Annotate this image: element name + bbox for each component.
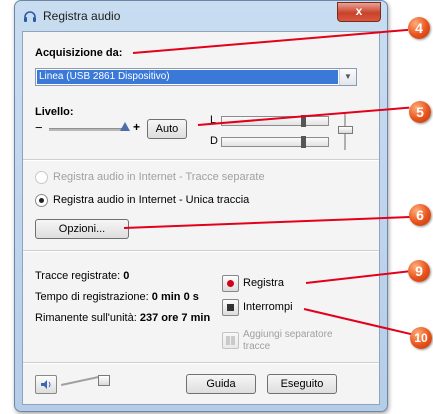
volume-slider-thumb[interactable] <box>98 375 110 386</box>
balance-slider-thumb[interactable] <box>338 126 353 134</box>
source-dropdown[interactable]: Linea (USB 2861 Dispositivo) ▼ <box>35 68 357 86</box>
source-selected-value: Linea (USB 2861 Dispositivo) <box>37 70 338 84</box>
title-bar[interactable]: Registra audio x <box>15 1 387 31</box>
close-button[interactable]: x <box>337 2 381 22</box>
callout-badge-10: 10 <box>410 327 432 349</box>
radio-single-track[interactable] <box>35 194 48 207</box>
callout-badge-5: 5 <box>409 101 431 123</box>
recording-time: Tempo di registrazione: 0 min 0 s <box>35 291 199 303</box>
add-separator-label-line1: Aggiungi separatore <box>243 329 333 340</box>
level-minus: − <box>35 120 43 135</box>
auto-button[interactable]: Auto <box>147 119 187 139</box>
remaining-value: 237 ore 7 min <box>139 312 211 324</box>
meter-right-label: D <box>210 135 218 147</box>
level-plus: + <box>133 120 141 134</box>
meter-right <box>221 136 329 148</box>
speaker-icon <box>41 380 51 389</box>
add-separator-label-line2: tracce <box>243 341 271 352</box>
callout-badge-9: 9 <box>408 260 430 282</box>
options-button[interactable]: Opzioni... <box>35 219 129 239</box>
callout-badge-4: 4 <box>408 17 430 39</box>
volume-slider-track[interactable] <box>61 375 101 386</box>
stop-icon <box>227 304 234 311</box>
record-icon <box>227 280 234 287</box>
remaining-label: Rimanente sull'unità: <box>35 312 137 324</box>
level-label: Livello: <box>35 106 74 118</box>
callout-badge-6: 6 <box>409 204 431 226</box>
volume-button[interactable] <box>35 375 57 394</box>
headphones-icon <box>24 11 36 22</box>
time-value: 0 min 0 s <box>151 291 199 303</box>
chevron-down-icon[interactable]: ▼ <box>339 69 356 85</box>
time-label: Tempo di registrazione: <box>35 291 149 303</box>
add-separator-button[interactable] <box>222 332 239 349</box>
source-label: Acquisizione da: <box>35 47 123 59</box>
help-button[interactable]: Guida <box>186 374 256 394</box>
radio-separate-tracks[interactable] <box>35 171 48 184</box>
stop-button[interactable] <box>222 299 239 316</box>
done-button[interactable]: Eseguito <box>267 374 337 394</box>
stop-label[interactable]: Interrompi <box>243 301 293 313</box>
level-slider-track[interactable] <box>49 128 127 131</box>
radio-single-label: Registra audio in Internet - Unica tracc… <box>53 194 250 206</box>
record-button[interactable] <box>222 275 239 292</box>
tracks-value: 0 <box>123 270 130 282</box>
divider <box>23 250 379 252</box>
separator-icon <box>226 336 235 345</box>
radio-separate-label: Registra audio in Internet - Tracce sepa… <box>53 171 265 183</box>
divider <box>23 362 379 364</box>
dialog-window: Registra audio x Acquisizione da: Linea … <box>14 0 388 412</box>
level-slider-thumb[interactable] <box>120 122 130 131</box>
tracks-recorded: Tracce registrate: 0 <box>35 270 129 282</box>
window-title: Registra audio <box>43 9 121 23</box>
record-label[interactable]: Registra <box>243 277 284 289</box>
divider <box>23 159 379 161</box>
remaining-space: Rimanente sull'unità: 237 ore 7 min <box>35 312 210 324</box>
dialog-body: Acquisizione da: Linea (USB 2861 Disposi… <box>22 31 380 405</box>
tracks-label: Tracce registrate: <box>35 270 121 282</box>
